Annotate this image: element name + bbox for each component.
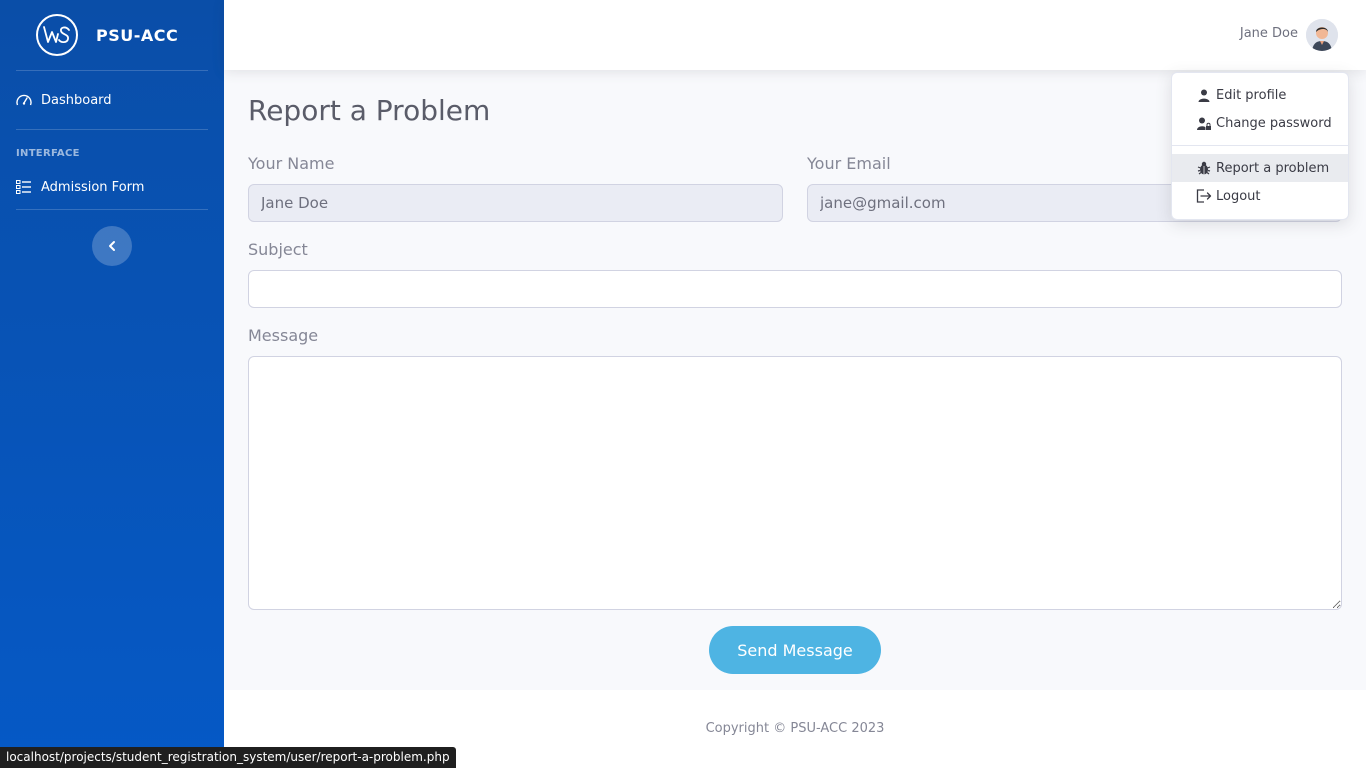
user-dropdown-menu: Edit profile Change password Report a pr… xyxy=(1171,72,1349,220)
menu-item-label: Change password xyxy=(1216,115,1332,131)
subject-label: Subject xyxy=(248,240,308,259)
menu-item-edit-profile[interactable]: Edit profile xyxy=(1172,81,1348,109)
sidebar-toggle-button[interactable] xyxy=(92,226,132,266)
link-status-bar: localhost/projects/student_registration_… xyxy=(0,747,456,768)
sidebar-item-dashboard[interactable]: Dashboard xyxy=(0,71,224,129)
menu-item-label: Logout xyxy=(1216,188,1261,204)
menu-item-report-problem[interactable]: Report a problem xyxy=(1172,154,1348,182)
sidebar: PSU-ACC Dashboard INTERFACE Admission Fo… xyxy=(0,0,224,768)
subject-input[interactable] xyxy=(248,270,1342,308)
brand[interactable]: PSU-ACC xyxy=(0,0,224,70)
user-icon xyxy=(1196,87,1212,103)
bug-icon xyxy=(1196,160,1212,176)
user-avatar-icon xyxy=(1306,19,1338,51)
message-label: Message xyxy=(248,326,319,345)
menu-divider xyxy=(1172,145,1348,146)
topbar: Jane Doe xyxy=(224,0,1366,70)
list-check-icon xyxy=(16,180,33,194)
menu-item-label: Report a problem xyxy=(1216,160,1330,176)
chevron-left-icon xyxy=(109,241,115,251)
sidebar-divider xyxy=(16,209,208,210)
page-title: Report a Problem xyxy=(248,94,491,127)
brand-name: PSU-ACC xyxy=(96,25,179,45)
send-message-button[interactable]: Send Message xyxy=(709,626,881,674)
user-name[interactable]: Jane Doe xyxy=(1240,26,1298,41)
brand-logo xyxy=(36,14,78,56)
copyright-text: Copyright © PSU-ACC 2023 xyxy=(705,721,885,736)
message-textarea[interactable] xyxy=(248,356,1342,610)
ws-logo-icon xyxy=(43,26,70,44)
sidebar-heading: INTERFACE xyxy=(16,148,80,159)
sidebar-item-label: Dashboard xyxy=(41,92,112,108)
logout-icon xyxy=(1196,188,1212,204)
menu-item-logout[interactable]: Logout xyxy=(1172,182,1348,210)
name-field[interactable] xyxy=(248,184,783,222)
menu-item-change-password[interactable]: Change password xyxy=(1172,109,1348,137)
avatar[interactable] xyxy=(1306,19,1338,51)
sidebar-item-label: Admission Form xyxy=(41,179,145,195)
menu-item-label: Edit profile xyxy=(1216,87,1287,103)
email-label: Your Email xyxy=(807,154,891,173)
tachometer-icon xyxy=(16,93,33,107)
name-label: Your Name xyxy=(248,154,335,173)
sidebar-item-admission-form[interactable]: Admission Form xyxy=(0,165,224,209)
user-lock-icon xyxy=(1196,115,1212,131)
